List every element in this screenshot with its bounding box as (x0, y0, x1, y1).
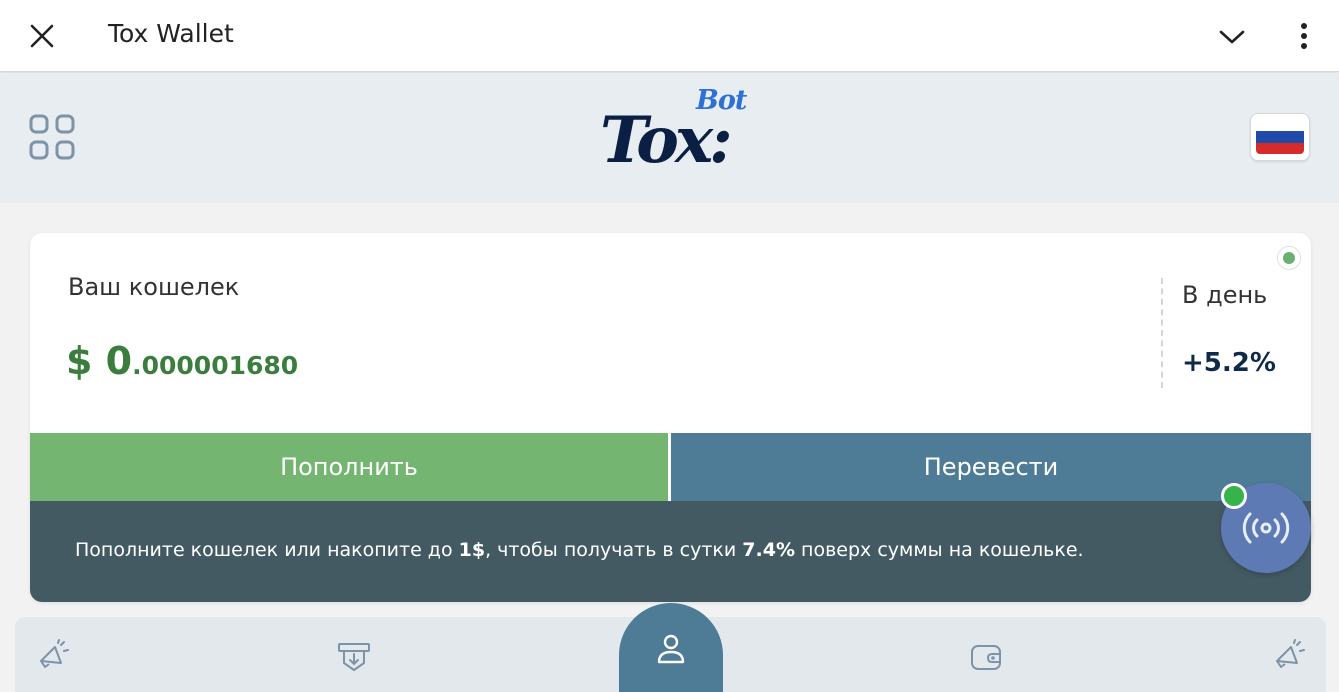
grid-icon (29, 114, 75, 160)
wallet-balance: $ 0.000001680 (66, 339, 298, 383)
fab-status-dot (1221, 483, 1247, 509)
status-dot (1283, 252, 1295, 264)
language-selector[interactable] (1250, 113, 1310, 161)
close-button[interactable] (24, 18, 60, 54)
nav-item-withdraw[interactable] (332, 635, 376, 679)
info-percent: 7.4% (742, 539, 795, 561)
wallet-label: Ваш кошелек (68, 273, 240, 301)
flag-stripe-white (1256, 120, 1304, 132)
info-text-2: , чтобы получать в сутки (485, 539, 743, 561)
flag-stripe-blue (1256, 131, 1304, 143)
divider (1161, 278, 1163, 388)
info-amount: 1$ (458, 539, 486, 561)
transfer-button[interactable]: Перевести (671, 433, 1311, 501)
nav-item-promo-right[interactable] (1267, 635, 1311, 679)
wallet-icon (971, 645, 1001, 670)
app-bar: Tox Wallet (0, 0, 1339, 72)
close-icon (30, 24, 54, 48)
grid-menu-button[interactable] (26, 111, 82, 167)
info-text-3: поверх суммы на кошельке. (795, 539, 1084, 561)
topup-button[interactable]: Пополнить (30, 433, 668, 501)
nav-item-wallet[interactable] (964, 635, 1008, 679)
app-title: Tox Wallet (108, 19, 234, 48)
info-banner: Пополните кошелек или накопите до 1$, чт… (30, 501, 1311, 602)
flag-stripe-red (1256, 142, 1304, 154)
wallet-card: Ваш кошелек $ 0.000001680 В день +5.2% П… (30, 233, 1311, 602)
per-day-value: +5.2% (1182, 348, 1276, 378)
chevron-down-icon (1219, 30, 1245, 44)
user-icon (657, 634, 685, 664)
balance-fraction: .000001680 (132, 351, 299, 380)
tox-bot-logo: Bot Tox: (600, 85, 752, 181)
nav-item-promo-left[interactable] (31, 635, 75, 679)
online-status-indicator (1277, 246, 1301, 270)
more-vertical-icon (1301, 23, 1307, 49)
atm-withdraw-icon (338, 643, 370, 671)
info-text-1: Пополните кошелек или накопите до (75, 539, 459, 561)
balance-main: $ 0 (66, 339, 133, 383)
collapse-button[interactable] (1212, 20, 1252, 54)
broadcast-icon (1242, 512, 1290, 544)
more-menu-button[interactable] (1288, 16, 1320, 56)
russia-flag-icon (1256, 120, 1304, 154)
logo-main: Tox: (600, 103, 733, 178)
per-day-label: В день (1182, 281, 1268, 309)
megaphone-icon (1276, 639, 1305, 668)
megaphone-icon (40, 639, 69, 668)
header-band: Bot Tox: (0, 73, 1339, 203)
